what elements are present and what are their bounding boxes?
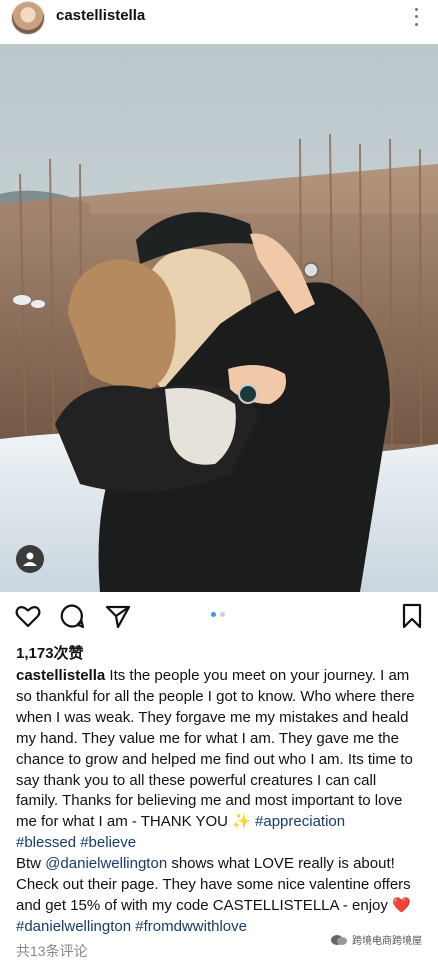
- hashtag-appreciation[interactable]: #appreciation: [255, 813, 345, 830]
- post-photo[interactable]: [0, 44, 438, 592]
- hashtag-danielwellington[interactable]: #danielwellington: [16, 918, 131, 935]
- heart-emoji: ❤️: [392, 896, 411, 914]
- watermark-text: 跨境电商跨境屋: [352, 936, 422, 947]
- likes-count[interactable]: 1,173次赞: [16, 642, 84, 663]
- heart-outline-icon[interactable]: [14, 602, 42, 630]
- mention-danielwellington[interactable]: @danielwellington: [45, 855, 167, 872]
- bookmark-icon[interactable]: [398, 602, 426, 630]
- caption-username[interactable]: castellistella: [16, 667, 105, 684]
- watermark: 跨境电商跨境屋: [330, 932, 422, 947]
- post-username[interactable]: castellistella: [56, 7, 145, 24]
- avatar[interactable]: [12, 2, 44, 34]
- hashtag-fromdwwithlove[interactable]: #fromdwwithlove: [135, 918, 247, 935]
- view-comments-link[interactable]: 共13条评论: [16, 941, 88, 961]
- carousel-dot: [220, 612, 225, 617]
- hashtag-blessed[interactable]: #blessed: [16, 834, 76, 851]
- person-tag-icon[interactable]: [16, 545, 44, 573]
- caption-text: Its the people you meet on your journey.…: [16, 667, 415, 831]
- post-header: castellistella: [0, 0, 438, 36]
- speech-bubble-icon[interactable]: [58, 602, 86, 630]
- wechat-icon: [331, 934, 347, 945]
- paper-plane-icon[interactable]: [104, 602, 132, 630]
- hashtag-believe[interactable]: #believe: [80, 834, 136, 851]
- action-bar: [0, 598, 438, 634]
- post-caption: castellistella Its the people you meet o…: [16, 666, 422, 938]
- caption-btw: Btw: [16, 855, 46, 873]
- carousel-dot-active: [211, 612, 216, 617]
- vertical-dots-icon[interactable]: [410, 6, 422, 28]
- carousel-indicator: [211, 612, 225, 617]
- sparkle-emoji: ✨: [232, 813, 251, 831]
